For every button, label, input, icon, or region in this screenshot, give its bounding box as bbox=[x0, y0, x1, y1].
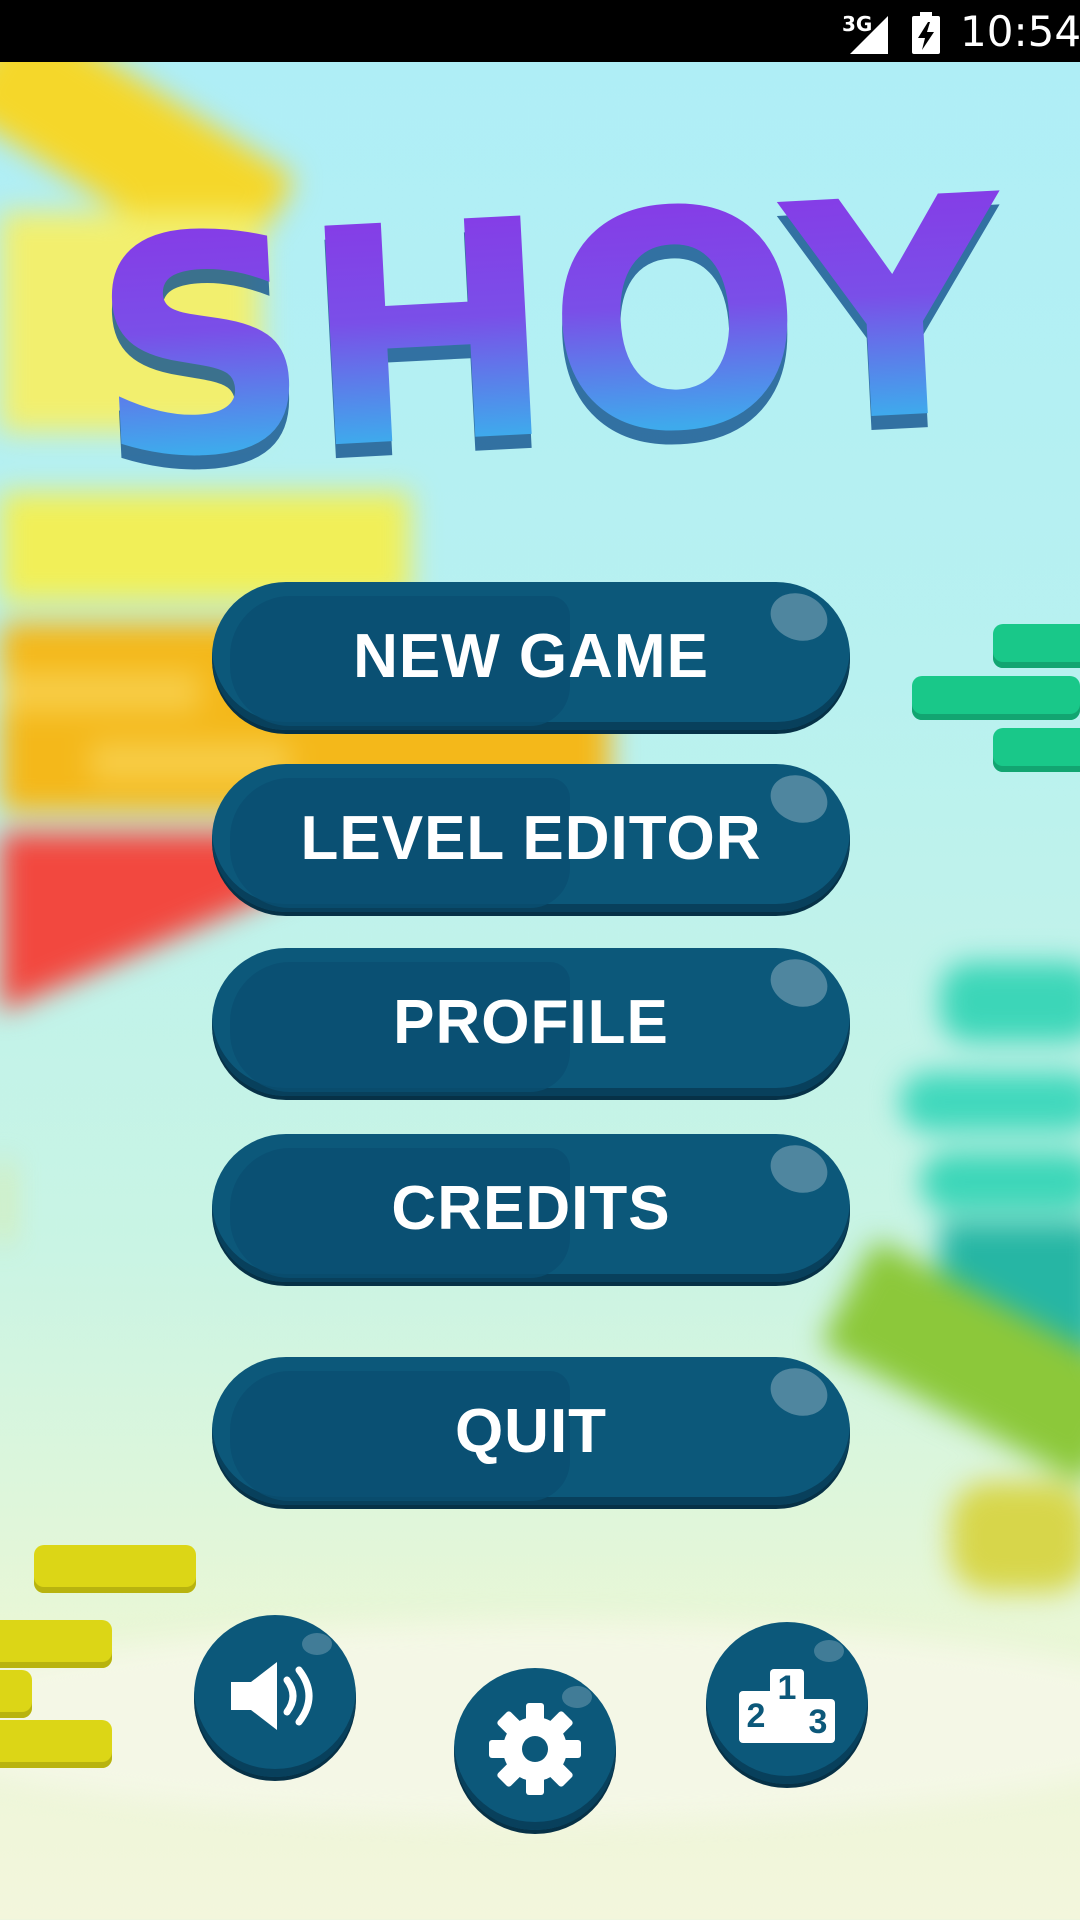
battery-charging-icon bbox=[912, 12, 940, 54]
speaker-icon bbox=[231, 1662, 313, 1730]
credits-button[interactable]: CREDITS bbox=[212, 1134, 850, 1282]
podium-icon: 2 1 3 bbox=[739, 1663, 835, 1743]
new-game-label: NEW GAME bbox=[353, 621, 709, 691]
leaderboard-button[interactable]: 2 1 3 bbox=[706, 1622, 868, 1784]
podium-second: 2 bbox=[746, 1697, 766, 1735]
signal-icon bbox=[850, 16, 888, 54]
logo-title: SHOY bbox=[72, 132, 1019, 528]
game-logo: SHOY SHOY bbox=[80, 132, 1010, 542]
podium-first: 1 bbox=[777, 1669, 797, 1707]
status-bar: 3G 10:54 bbox=[0, 0, 1080, 62]
quit-button[interactable]: QUIT bbox=[212, 1357, 850, 1505]
profile-label: PROFILE bbox=[393, 987, 669, 1057]
level-editor-button[interactable]: LEVEL EDITOR bbox=[212, 764, 850, 912]
credits-label: CREDITS bbox=[391, 1173, 671, 1243]
quit-label: QUIT bbox=[454, 1396, 608, 1466]
settings-button[interactable] bbox=[454, 1668, 616, 1830]
level-editor-label: LEVEL EDITOR bbox=[300, 803, 762, 873]
profile-button[interactable]: PROFILE bbox=[212, 948, 850, 1096]
gear-icon bbox=[489, 1703, 581, 1795]
podium-third: 3 bbox=[808, 1703, 828, 1741]
sound-toggle-button[interactable] bbox=[194, 1615, 356, 1777]
clock: 10:54 bbox=[960, 7, 1080, 56]
new-game-button[interactable]: NEW GAME bbox=[212, 582, 850, 730]
